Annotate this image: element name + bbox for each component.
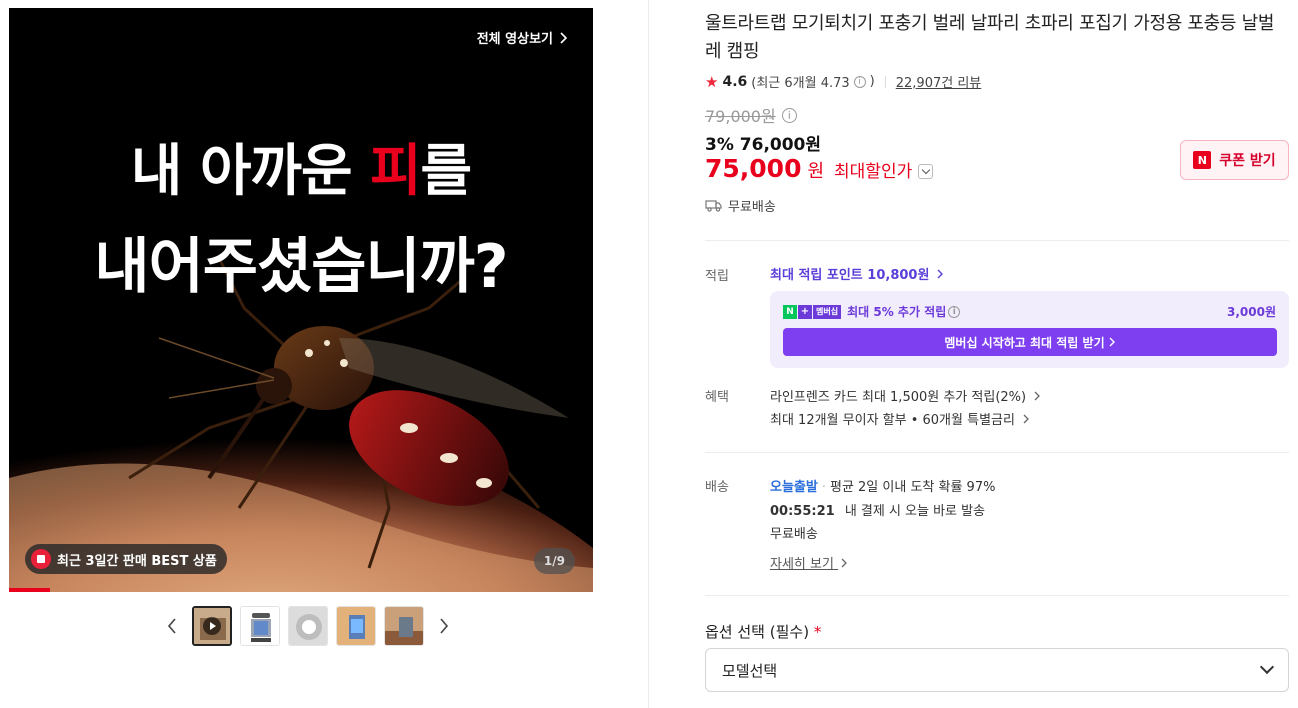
points-label: 적립 — [705, 269, 729, 284]
divider — [884, 75, 886, 88]
free-shipping-label: 무료배송 — [728, 200, 776, 215]
chevron-left-icon — [167, 618, 176, 634]
trap-product-image — [241, 607, 279, 645]
chevron-right-icon — [560, 31, 567, 44]
benefit-card-link[interactable]: 라인프렌즈 카드 최대 1,500원 추가 적립(2%) — [770, 386, 1041, 405]
max-point-link[interactable]: 최대 적립 포인트 10,800원 — [770, 264, 944, 283]
reviews-link[interactable]: 22,907건 리뷰 — [896, 72, 982, 91]
plus-icon: + — [798, 304, 812, 319]
rating-recent-close: ) — [869, 74, 875, 89]
gift-icon — [31, 549, 51, 569]
chevron-right-icon — [937, 269, 943, 279]
thumbnail-lit[interactable] — [336, 606, 376, 646]
product-video[interactable]: 전체 영상보기 내 아까운 피를 내어주셨습니까? 최근 3일간 판매 BEST… — [9, 8, 593, 592]
delivery-label: 배송 — [705, 480, 729, 495]
thumbnail-strip — [160, 606, 456, 646]
model-select-value: 모델선택 — [722, 661, 778, 680]
trap-closeup-image — [289, 607, 327, 645]
trap-in-use-image — [385, 607, 423, 645]
delivery-countdown-row: 00:55:21 내 결제 시 오늘 바로 발송 — [770, 500, 985, 519]
media-counter: 1/9 — [533, 548, 575, 574]
rating-score: 4.6 — [722, 73, 748, 90]
product-page: 전체 영상보기 내 아까운 피를 내어주셨습니까? 최근 3일간 판매 BEST… — [0, 0, 1298, 708]
thumbnail-product[interactable] — [240, 606, 280, 646]
divider — [705, 452, 1289, 453]
dot-separator: · — [821, 480, 826, 495]
divider — [705, 595, 1289, 596]
chevron-right-icon — [841, 558, 847, 568]
play-icon — [203, 617, 221, 635]
info-icon[interactable]: i — [948, 305, 961, 318]
max-discount-row: 75,000 원 최대할인가 — [705, 154, 934, 183]
delivery-today-row: 오늘출발 · 평균 2일 이내 도착 확률 97% — [770, 476, 995, 495]
membership-badge-label: 멤버십 — [813, 304, 842, 319]
best-badge-label: 최근 3일간 판매 BEST 상품 — [57, 553, 217, 569]
free-shipping-row: 무료배송 — [705, 196, 776, 215]
currency-unit: 원 — [807, 161, 825, 182]
divider — [705, 240, 1289, 241]
thumbnail-in-use[interactable] — [384, 606, 424, 646]
required-mark: * — [813, 623, 822, 641]
membership-amount: 3,000원 — [1227, 305, 1276, 319]
delivery-average: 평균 2일 이내 도착 확률 97% — [829, 480, 996, 495]
info-icon[interactable]: i — [781, 107, 797, 123]
headline-accent: 피 — [370, 139, 422, 204]
rating-row: ★ 4.6 (최근 6개월 4.73 i ) 22,907건 리뷰 — [705, 72, 982, 92]
rating-recent: (최근 6개월 4.73 — [751, 76, 850, 91]
column-divider — [648, 0, 649, 708]
benefit-card-text: 라인프렌즈 카드 최대 1,500원 추가 적립(2%) — [770, 390, 1027, 405]
countdown-text: 내 결제 시 오늘 바로 발송 — [844, 504, 986, 519]
thumbnail-closeup[interactable] — [288, 606, 328, 646]
membership-row: N + 멤버십 최대 5% 추가 적립 i 3,000원 — [783, 303, 1276, 320]
chevron-down-icon[interactable] — [918, 164, 934, 179]
trap-lit-image — [337, 607, 375, 645]
headline-line-1: 내 아까운 피를 — [9, 126, 593, 207]
naver-n-icon: N — [1193, 151, 1212, 169]
chevron-right-icon — [440, 618, 449, 634]
chevron-right-icon — [1109, 337, 1115, 347]
benefit-installment-text: 최대 12개월 무이자 할부 • 60개월 특별금리 — [770, 413, 1015, 428]
thumbnail-video[interactable] — [192, 606, 232, 646]
max-discount-price: 75,000 — [705, 154, 802, 183]
delivery-detail-label: 자세히 보기 — [770, 557, 834, 572]
delivery-free: 무료배송 — [770, 527, 818, 542]
delivery-detail-link[interactable]: 자세히 보기 — [770, 553, 848, 572]
original-price: 79,000원 — [705, 107, 776, 126]
countdown-timer: 00:55:21 — [770, 504, 835, 519]
membership-start-button[interactable]: 멤버십 시작하고 최대 적립 받기 — [783, 328, 1277, 356]
chevron-right-icon — [1023, 414, 1030, 424]
today-dispatch-label: 오늘출발 — [770, 480, 818, 495]
option-label: 옵션 선택 (필수) — [705, 623, 810, 641]
watch-all-label: 전체 영상보기 — [476, 32, 553, 47]
thumb-prev-button[interactable] — [160, 606, 184, 646]
benefits-label: 혜택 — [705, 390, 729, 405]
max-discount-label: 최대할인가 — [834, 162, 913, 182]
headline-line-2: 내어주셨습니까? — [94, 232, 508, 302]
video-progress-bar[interactable] — [9, 588, 50, 592]
headline-text-end: 를 — [420, 139, 473, 204]
coupon-button[interactable]: N 쿠폰 받기 — [1180, 140, 1289, 180]
info-icon[interactable]: i — [853, 75, 866, 88]
membership-extra-text: 최대 5% 추가 적립 — [847, 305, 947, 319]
model-select[interactable]: 모델선택 — [705, 648, 1289, 692]
best-seller-badge: 최근 3일간 판매 BEST 상품 — [25, 544, 227, 574]
benefit-installment-link[interactable]: 최대 12개월 무이자 할부 • 60개월 특별금리 — [770, 409, 1030, 428]
membership-button-label: 멤버십 시작하고 최대 적립 받기 — [944, 335, 1105, 350]
max-point-text: 최대 적립 포인트 10,800원 — [770, 268, 930, 283]
naver-n-icon: N — [783, 304, 797, 319]
naver-membership-badge: N + 멤버십 — [783, 304, 842, 319]
star-icon: ★ — [705, 72, 719, 91]
watch-all-videos-link[interactable]: 전체 영상보기 — [477, 28, 567, 47]
membership-box: N + 멤버십 최대 5% 추가 적립 i 3,000원 멤버십 시작하고 최대… — [770, 291, 1289, 368]
product-title: 울트라트랩 모기퇴치기 포충기 벌레 날파리 초파리 포집기 가정용 포충등 날… — [705, 13, 1275, 62]
chevron-down-icon — [1259, 659, 1275, 675]
truck-icon — [705, 200, 722, 212]
thumb-next-button[interactable] — [432, 606, 456, 646]
headline-text: 내 아까운 — [130, 139, 370, 204]
coupon-label: 쿠폰 받기 — [1219, 153, 1276, 169]
option-label-row: 옵션 선택 (필수) * — [705, 621, 821, 642]
original-price-row: 79,000원 i — [705, 103, 797, 127]
sale-price: 3% 76,000원 — [705, 135, 822, 155]
chevron-right-icon — [1034, 391, 1041, 401]
